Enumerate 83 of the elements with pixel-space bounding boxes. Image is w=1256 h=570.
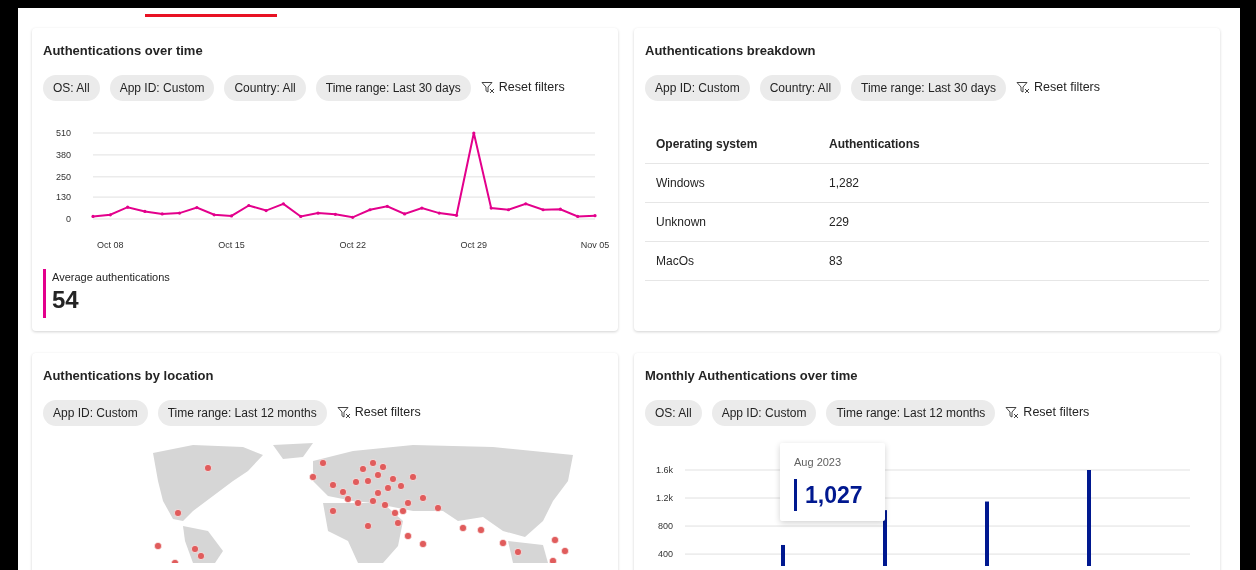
filter-reset-icon bbox=[480, 81, 495, 94]
data-point bbox=[489, 205, 493, 210]
reset-filters-button[interactable]: Reset filters bbox=[480, 78, 565, 97]
stat-value: 54 bbox=[52, 285, 80, 315]
card-title: Authentications by location bbox=[43, 367, 215, 385]
table-cell: MacOs bbox=[645, 241, 829, 281]
data-point bbox=[299, 214, 303, 218]
data-point bbox=[316, 211, 320, 215]
y-axis-label: 1.6k bbox=[656, 464, 673, 475]
filter-chip[interactable]: Time range: Last 30 days bbox=[851, 74, 1007, 101]
data-point bbox=[229, 213, 234, 218]
data-point bbox=[403, 211, 407, 216]
y-axis-label: 510 bbox=[55, 127, 71, 138]
data-point bbox=[195, 205, 199, 209]
table-cell: 229 bbox=[829, 202, 1209, 242]
table-cell: 1,282 bbox=[829, 163, 1209, 203]
x-axis-label: Oct 29 bbox=[460, 239, 488, 250]
data-point bbox=[247, 203, 251, 207]
data-point bbox=[160, 211, 164, 216]
data-point bbox=[576, 214, 580, 218]
filter-chip[interactable]: App ID: Custom bbox=[109, 74, 215, 101]
y-axis-label: 400 bbox=[657, 548, 673, 559]
card-title: Authentications over time bbox=[43, 42, 204, 60]
filter-chip[interactable]: Time range: Last 12 months bbox=[157, 399, 327, 426]
y-axis-label: 1.2k bbox=[656, 492, 673, 503]
data-point bbox=[437, 211, 441, 215]
data-point bbox=[385, 204, 389, 208]
filter-chip[interactable]: OS: All bbox=[645, 399, 702, 426]
filter-chip[interactable]: Country: All bbox=[224, 74, 306, 101]
table-cell: 83 bbox=[829, 241, 1209, 281]
bar bbox=[985, 501, 989, 566]
y-axis-label: 0 bbox=[66, 213, 71, 224]
y-axis-label: 130 bbox=[55, 191, 71, 202]
filter-reset-icon bbox=[336, 406, 351, 419]
data-point bbox=[126, 205, 130, 209]
data-point bbox=[593, 213, 597, 217]
filter-chip[interactable]: App ID: Custom bbox=[645, 74, 750, 101]
x-axis-label: Nov 05 bbox=[580, 239, 610, 250]
tooltip-label: Aug 2023 bbox=[794, 455, 843, 470]
x-axis-label: Oct 15 bbox=[218, 239, 245, 250]
data-point bbox=[212, 212, 216, 216]
data-point bbox=[91, 214, 95, 218]
data-point bbox=[281, 201, 285, 205]
filter-chip[interactable]: Time range: Last 12 months bbox=[826, 399, 996, 426]
y-axis-label: 250 bbox=[55, 171, 71, 182]
y-axis-label: 380 bbox=[55, 149, 71, 160]
bar bbox=[883, 509, 887, 566]
data-point bbox=[108, 212, 112, 216]
filter-chip[interactable]: App ID: Custom bbox=[43, 399, 148, 426]
reset-filters-button[interactable]: Reset filters bbox=[1016, 78, 1101, 97]
bar bbox=[781, 544, 785, 566]
data-point bbox=[472, 130, 476, 135]
data-point bbox=[351, 215, 355, 219]
data-point bbox=[368, 207, 372, 211]
column-header: Operating system bbox=[645, 124, 829, 164]
card-title: Monthly Authentications over time bbox=[645, 367, 859, 385]
reset-filters-button[interactable]: Reset filters bbox=[1005, 403, 1090, 422]
x-axis-label: Oct 08 bbox=[97, 239, 124, 250]
column-header: Authentications bbox=[829, 124, 1209, 164]
card-title: Authentications breakdown bbox=[645, 42, 817, 60]
data-point bbox=[558, 207, 562, 211]
data-point bbox=[333, 212, 337, 216]
data-point bbox=[420, 205, 424, 210]
filter-chip[interactable]: Time range: Last 30 days bbox=[315, 74, 471, 101]
data-point bbox=[454, 213, 459, 217]
filter-chip[interactable]: App ID: Custom bbox=[711, 399, 817, 426]
reset-filters-button[interactable]: Reset filters bbox=[336, 403, 421, 422]
filter-reset-icon bbox=[1005, 406, 1020, 419]
stat-label: Average authentications bbox=[52, 269, 170, 285]
tooltip-value: 1,027 bbox=[794, 478, 863, 511]
data-point bbox=[524, 201, 528, 205]
data-point bbox=[506, 207, 511, 211]
data-point bbox=[264, 208, 268, 212]
x-axis-label: Oct 22 bbox=[339, 239, 366, 250]
table-cell: Windows bbox=[645, 163, 829, 203]
y-axis-label: 800 bbox=[657, 520, 673, 531]
filter-chip[interactable]: OS: All bbox=[43, 74, 100, 101]
filter-chip[interactable]: Country: All bbox=[759, 74, 842, 101]
filter-reset-icon bbox=[1016, 81, 1031, 94]
data-point bbox=[143, 209, 147, 213]
table-cell: Unknown bbox=[645, 202, 829, 242]
data-point bbox=[177, 211, 182, 215]
data-point bbox=[541, 207, 545, 211]
